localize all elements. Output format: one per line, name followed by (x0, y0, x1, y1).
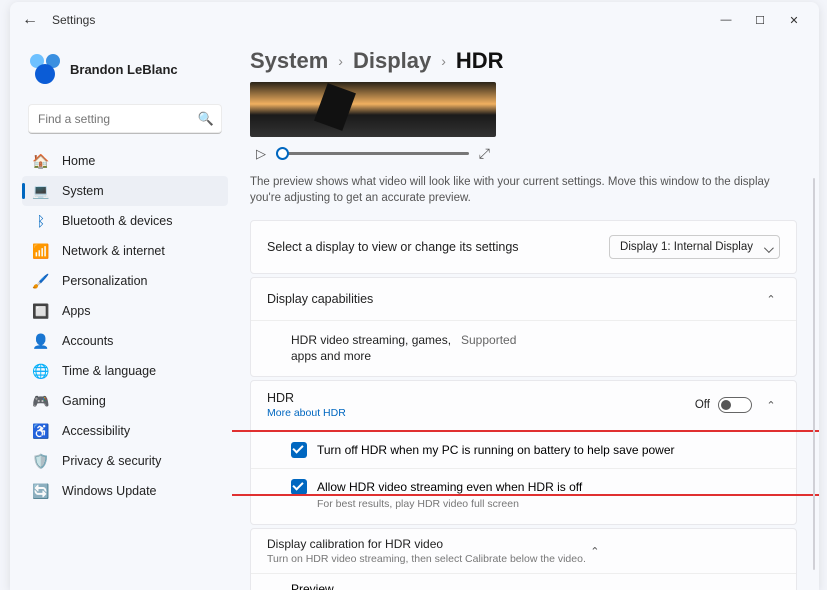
wifi-icon: 📶 (32, 242, 50, 260)
allow-hdr-streaming-label: Allow HDR video streaming even when HDR … (317, 480, 582, 494)
nav-label: Bluetooth & devices (62, 214, 173, 228)
nav-label: System (62, 184, 104, 198)
breadcrumb: System › Display › HDR (250, 48, 797, 74)
avatar-icon (28, 52, 62, 86)
bluetooth-icon: ᛒ (32, 212, 50, 230)
nav-label: Home (62, 154, 95, 168)
fullscreen-button[interactable]: ⤢ (479, 145, 490, 162)
calibration-title: Display calibration for HDR video (267, 537, 586, 551)
user-name: Brandon LeBlanc (70, 62, 178, 77)
display-select-label: Select a display to view or change its s… (267, 240, 609, 254)
accounts-icon: 👤 (32, 332, 50, 350)
chevron-right-icon: › (441, 53, 446, 69)
chevron-up-icon[interactable]: ⌃ (762, 399, 780, 412)
nav-time[interactable]: 🌐 Time & language (22, 356, 228, 386)
home-icon: 🏠 (32, 152, 50, 170)
capabilities-title: Display capabilities (267, 292, 762, 306)
update-icon: 🔄 (32, 482, 50, 500)
search-input[interactable] (28, 104, 222, 134)
capability-label: HDR video streaming, games, apps and mor… (291, 333, 461, 364)
allow-hdr-streaming-hint: For best results, play HDR video full sc… (317, 498, 519, 510)
nav-label: Personalization (62, 274, 147, 288)
nav-label: Accessibility (62, 424, 130, 438)
display-select-dropdown[interactable]: Display 1: Internal Display (609, 235, 780, 259)
user-profile[interactable]: Brandon LeBlanc (22, 46, 228, 100)
scrollbar[interactable] (813, 178, 815, 570)
nav-bluetooth[interactable]: ᛒ Bluetooth & devices (22, 206, 228, 236)
chevron-right-icon: › (338, 53, 343, 69)
breadcrumb-hdr: HDR (456, 48, 504, 74)
nav-gaming[interactable]: 🎮 Gaming (22, 386, 228, 416)
maximize-button[interactable]: ☐ (743, 6, 777, 34)
hdr-section-title: HDR (267, 391, 346, 405)
minimize-button[interactable]: — (709, 6, 743, 34)
battery-hdr-label: Turn off HDR when my PC is running on ba… (317, 443, 675, 457)
nav-label: Privacy & security (62, 454, 161, 468)
hdr-toggle-state: Off (695, 399, 710, 411)
video-seek-slider[interactable] (276, 152, 469, 155)
nav-update[interactable]: 🔄 Windows Update (22, 476, 228, 506)
nav-personalization[interactable]: 🖌️ Personalization (22, 266, 228, 296)
nav-network[interactable]: 📶 Network & internet (22, 236, 228, 266)
nav-home[interactable]: 🏠 Home (22, 146, 228, 176)
nav-accessibility[interactable]: ♿ Accessibility (22, 416, 228, 446)
nav-label: Apps (62, 304, 91, 318)
capability-value: Supported (461, 333, 516, 347)
brush-icon: 🖌️ (32, 272, 50, 290)
chevron-up-icon[interactable]: ⌃ (762, 293, 780, 306)
hdr-preview-video (250, 82, 496, 137)
nav-system[interactable]: 💻 System (22, 176, 228, 206)
preview-description: The preview shows what video will look l… (250, 174, 790, 206)
window-title: Settings (52, 13, 95, 27)
breadcrumb-display[interactable]: Display (353, 48, 431, 74)
clock-icon: 🌐 (32, 362, 50, 380)
nav-apps[interactable]: 🔲 Apps (22, 296, 228, 326)
nav-label: Time & language (62, 364, 156, 378)
back-button[interactable]: ← (18, 11, 42, 29)
battery-hdr-checkbox[interactable] (291, 442, 307, 458)
display-select-value: Display 1: Internal Display (620, 241, 753, 253)
system-icon: 💻 (32, 182, 50, 200)
more-about-hdr-link[interactable]: More about HDR (267, 407, 346, 419)
close-button[interactable]: ✕ (777, 6, 811, 34)
calibration-preview-label: Preview (291, 582, 780, 590)
apps-icon: 🔲 (32, 302, 50, 320)
calibration-desc: Turn on HDR video streaming, then select… (267, 553, 586, 565)
play-button[interactable]: ▷ (256, 146, 266, 162)
shield-icon: 🛡️ (32, 452, 50, 470)
nav-label: Gaming (62, 394, 106, 408)
gaming-icon: 🎮 (32, 392, 50, 410)
hdr-toggle[interactable] (718, 397, 752, 413)
nav-label: Network & internet (62, 244, 165, 258)
nav-accounts[interactable]: 👤 Accounts (22, 326, 228, 356)
nav-label: Windows Update (62, 484, 157, 498)
accessibility-icon: ♿ (32, 422, 50, 440)
nav-label: Accounts (62, 334, 113, 348)
allow-hdr-streaming-checkbox[interactable] (291, 479, 307, 495)
breadcrumb-system[interactable]: System (250, 48, 328, 74)
nav-privacy[interactable]: 🛡️ Privacy & security (22, 446, 228, 476)
chevron-up-icon[interactable]: ⌃ (586, 545, 604, 558)
search-box[interactable]: 🔍 (28, 104, 222, 134)
search-icon: 🔍 (198, 111, 214, 127)
